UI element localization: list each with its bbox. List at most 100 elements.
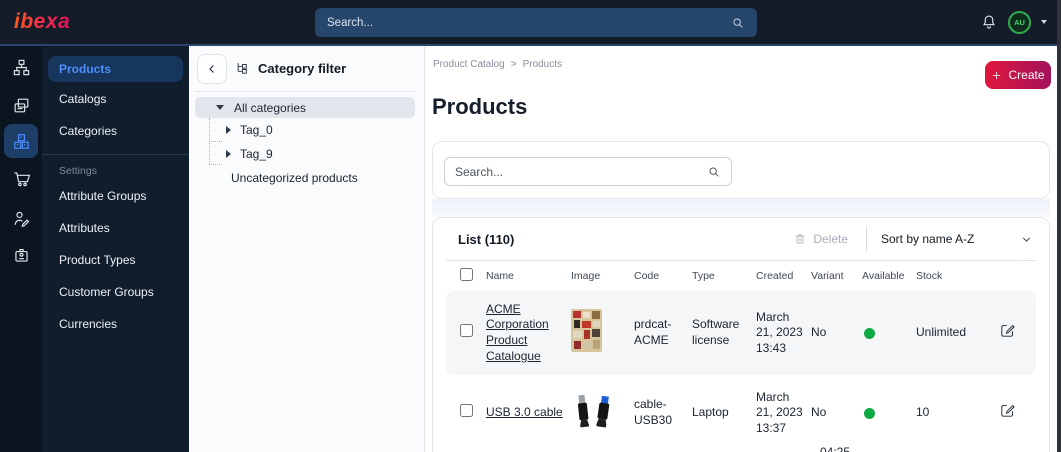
sidebar-item-attributes[interactable]: Attributes <box>42 212 189 244</box>
edit-button[interactable] <box>997 402 1017 422</box>
usb-cables-thumbnail <box>571 392 616 430</box>
search-card <box>432 141 1050 199</box>
filter-panel-title: Category filter <box>258 61 347 76</box>
chevron-left-icon <box>209 65 214 73</box>
global-search-input[interactable] <box>327 16 731 29</box>
sidebar-item-catalogs[interactable]: Catalogs <box>42 83 189 114</box>
sidebar-item-currencies[interactable]: Currencies <box>42 308 189 340</box>
caret-right-icon[interactable] <box>226 126 231 134</box>
list-title: List (110) <box>458 231 515 247</box>
caret-right-icon[interactable] <box>226 150 231 158</box>
breadcrumb-separator: > <box>510 59 517 70</box>
sidebar-item-label: Attributes <box>59 221 110 235</box>
content-tree-icon[interactable] <box>4 50 38 84</box>
product-type: Laptop <box>692 405 729 420</box>
column-header-variant[interactable]: Variant <box>811 270 862 282</box>
product-collage-thumbnail <box>571 309 602 353</box>
sort-dropdown[interactable]: Sort by name A-Z <box>881 232 1033 246</box>
user-menu-caret-icon[interactable] <box>1041 20 1047 24</box>
column-header-created[interactable]: Created <box>756 270 811 282</box>
tree-item-uncategorized[interactable]: Uncategorized products <box>189 166 424 190</box>
column-header-stock[interactable]: Stock <box>916 270 997 282</box>
available-indicator <box>864 327 875 339</box>
sidebar-item-label: Customer Groups <box>59 285 154 299</box>
product-variant: No <box>811 325 827 340</box>
tree-item-tag-0[interactable]: Tag_0 <box>189 118 424 142</box>
customers-icon[interactable] <box>4 201 38 235</box>
settings-section-label: Settings <box>59 165 97 177</box>
edit-pencil-icon <box>1000 325 1015 337</box>
tree-guide <box>209 164 222 165</box>
product-variant: No <box>811 405 827 420</box>
search-icon <box>709 166 719 177</box>
list-search-input[interactable] <box>455 164 707 179</box>
available-indicator <box>864 407 875 419</box>
column-header-code[interactable]: Code <box>634 270 692 282</box>
product-catalog-icon[interactable] <box>4 124 38 158</box>
table-header-row: Name Image Code Type Created Variant Ava… <box>446 261 1036 291</box>
avatar-initials: AU <box>1014 17 1025 27</box>
product-list-card: List (110) Delete Sort by name A-Z Name … <box>432 217 1050 452</box>
row-checkbox[interactable] <box>460 324 473 338</box>
card-gap <box>432 199 1050 217</box>
column-header-available[interactable]: Available <box>862 270 916 282</box>
sidebar-item-customer-groups[interactable]: Customer Groups <box>42 276 189 308</box>
tree-guide <box>209 141 222 142</box>
product-created: March 21, 2023 13:37 <box>756 389 803 435</box>
scrollbar[interactable] <box>1057 0 1061 452</box>
list-search[interactable] <box>444 157 732 186</box>
breadcrumb-item[interactable]: Product Catalog <box>433 59 505 70</box>
column-header-name[interactable]: Name <box>486 270 571 282</box>
product-name-link[interactable]: ACME Corporation Product Catalogue <box>486 302 549 363</box>
product-type: Software license <box>692 317 740 347</box>
notifications-bell-icon[interactable] <box>980 13 998 31</box>
column-header-image[interactable]: Image <box>571 270 634 282</box>
tree-item-tag-9[interactable]: Tag_9 <box>189 142 424 166</box>
tree-item-all-categories[interactable]: All categories <box>195 97 415 118</box>
sidebar-item-label: Product Types <box>59 253 136 267</box>
breadcrumb: Product Catalog > Products <box>433 59 562 70</box>
icon-rail <box>0 46 42 452</box>
sidebar-item-categories[interactable]: Categories <box>42 115 189 146</box>
table-row: ACME Corporation Product Catalogue prdca… <box>446 291 1036 375</box>
tree-item-label: Uncategorized products <box>231 171 358 185</box>
category-tree: All categories Tag_0 Tag_9 Uncategorized… <box>189 97 424 190</box>
pages-icon[interactable] <box>4 88 38 122</box>
caret-down-icon[interactable] <box>216 105 224 110</box>
cart-icon[interactable] <box>4 161 38 195</box>
create-button[interactable]: Create <box>985 61 1051 89</box>
product-stock: 10 <box>916 405 930 420</box>
category-tree-icon <box>237 63 247 74</box>
edit-button[interactable] <box>997 322 1017 342</box>
sidebar-item-attribute-groups[interactable]: Attribute Groups <box>42 180 189 212</box>
sidebar-item-label: Categories <box>59 123 118 138</box>
sidebar-item-label: Products <box>59 62 112 76</box>
plus-icon <box>993 71 1001 79</box>
tree-item-label: Tag_9 <box>240 147 273 161</box>
global-search[interactable] <box>315 8 757 37</box>
sidebar-item-label: Catalogs <box>59 91 107 106</box>
select-all-checkbox[interactable] <box>460 268 473 281</box>
id-badge-icon[interactable] <box>4 238 38 272</box>
partial-next-row-text: 04:25 <box>820 445 851 452</box>
delete-button[interactable]: Delete <box>793 232 848 246</box>
row-checkbox[interactable] <box>460 404 473 418</box>
sidebar-item-product-types[interactable]: Product Types <box>42 244 189 276</box>
product-stock: Unlimited <box>916 325 967 340</box>
panel-divider <box>195 91 416 92</box>
sidebar-menu: Products Catalogs Categories Settings At… <box>42 46 189 452</box>
search-icon <box>733 17 743 28</box>
delete-button-label: Delete <box>813 232 848 246</box>
edit-pencil-icon <box>1000 405 1015 417</box>
product-name-link[interactable]: USB 3.0 cable <box>486 405 563 419</box>
column-header-type[interactable]: Type <box>692 270 756 282</box>
product-code: cable-USB30 <box>634 397 673 427</box>
category-filter-panel: Category filter All categories Tag_0 Tag… <box>189 46 425 452</box>
create-button-label: Create <box>1008 68 1045 82</box>
sidebar-item-products[interactable]: Products <box>48 56 183 82</box>
breadcrumb-item[interactable]: Products <box>523 59 562 70</box>
user-avatar[interactable]: AU <box>1008 10 1031 34</box>
top-bar: ibexa AU <box>0 0 1061 46</box>
sidebar-item-label: Currencies <box>59 317 118 331</box>
collapse-panel-button[interactable] <box>197 54 227 84</box>
